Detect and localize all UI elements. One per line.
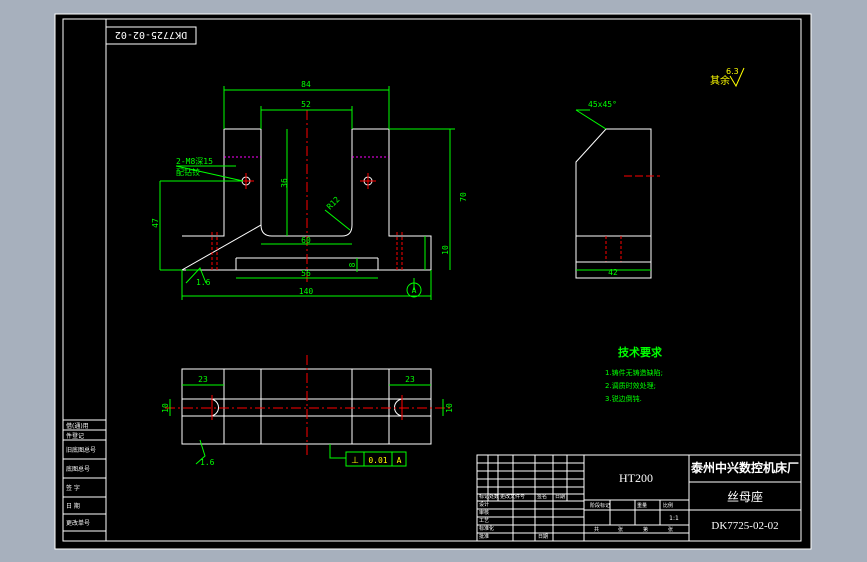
company-name: 泰州中兴数控机床厂 bbox=[690, 460, 799, 475]
dim-plan-23b: 23 bbox=[405, 375, 415, 384]
tb-standard: 标准化 bbox=[479, 525, 494, 532]
dim-8: 8 bbox=[348, 262, 357, 267]
dim-84: 84 bbox=[301, 80, 311, 89]
dim-side-42: 42 bbox=[608, 268, 618, 277]
material: HT200 bbox=[619, 471, 653, 485]
strip-3: 旧底图总号 bbox=[66, 446, 96, 454]
tb-count: 处数 bbox=[489, 493, 499, 500]
dim-52: 52 bbox=[301, 100, 311, 109]
tol-datum: A bbox=[397, 456, 402, 465]
tb-total: 共 bbox=[594, 526, 599, 533]
tech-item-1: 1.铸件无铸造缺陷; bbox=[605, 368, 663, 377]
top-stamp: DK7725-02-02 bbox=[115, 29, 187, 40]
ra-1-6-front: 1.6 bbox=[196, 278, 211, 287]
dim-plan-10a: 10 bbox=[161, 403, 170, 413]
strip-1: 借(通)用 bbox=[66, 422, 89, 430]
tb-scale-label: 比例 bbox=[663, 502, 673, 509]
ra-1-6-plan: 1.6 bbox=[200, 458, 215, 467]
tb-date: 日期 bbox=[555, 494, 565, 500]
dim-56: 56 bbox=[301, 269, 311, 278]
tb-change-doc: 更改文件号 bbox=[500, 493, 525, 500]
tb-weight: 重量 bbox=[637, 502, 647, 509]
tb-sheets: 张 bbox=[618, 526, 623, 533]
part-name: 丝母座 bbox=[727, 489, 763, 504]
strip-5: 签 字 bbox=[66, 484, 80, 492]
dim-140: 140 bbox=[299, 287, 314, 296]
hole-note-2: 配钻铰 bbox=[176, 167, 200, 177]
rough-value: 6.3 bbox=[726, 67, 739, 76]
tb-process: 工艺 bbox=[479, 518, 489, 524]
datum-a: A bbox=[412, 286, 417, 295]
tol-value: 0.01 bbox=[368, 456, 387, 465]
tb-date-2: 日期 bbox=[538, 534, 548, 540]
cad-drawing-canvas: DK7725-02-02 其余 6.3 84 52 36 70 47 10 60… bbox=[54, 13, 812, 550]
tb-sign: 签名 bbox=[537, 493, 547, 500]
chamfer-note: 45x45° bbox=[588, 100, 617, 109]
dim-70: 70 bbox=[459, 192, 468, 202]
dim-47: 47 bbox=[151, 218, 160, 228]
tb-design: 设计 bbox=[479, 501, 489, 508]
dim-plan-23a: 23 bbox=[198, 375, 208, 384]
tech-item-2: 2.调质时效处理; bbox=[605, 381, 656, 390]
strip-6: 日 期 bbox=[66, 502, 80, 510]
tech-title: 技术要求 bbox=[618, 345, 663, 359]
tb-review: 审核 bbox=[479, 509, 489, 516]
drawing-number: DK7725-02-02 bbox=[711, 520, 778, 532]
hole-note-1: 2-M8深15 bbox=[176, 157, 213, 166]
scale-value: 1:1 bbox=[669, 515, 679, 522]
tb-no: 第 bbox=[643, 526, 648, 533]
strip-2: 件登记 bbox=[66, 432, 84, 440]
strip-7: 更改单号 bbox=[66, 519, 90, 527]
dim-60: 60 bbox=[301, 236, 311, 245]
strip-4: 底图总号 bbox=[66, 465, 90, 473]
dim-10: 10 bbox=[441, 245, 450, 255]
tech-item-3: 3.锐边倒钝. bbox=[605, 394, 642, 403]
dim-36: 36 bbox=[280, 178, 289, 188]
tb-approve: 批准 bbox=[479, 533, 489, 540]
tb-sheet: 张 bbox=[668, 526, 673, 533]
tb-stage: 阶段标记 bbox=[590, 502, 610, 509]
dim-plan-10b: 10 bbox=[445, 403, 454, 413]
tb-mark: 标记 bbox=[479, 493, 489, 500]
tol-symbol: ⊥ bbox=[351, 456, 359, 466]
